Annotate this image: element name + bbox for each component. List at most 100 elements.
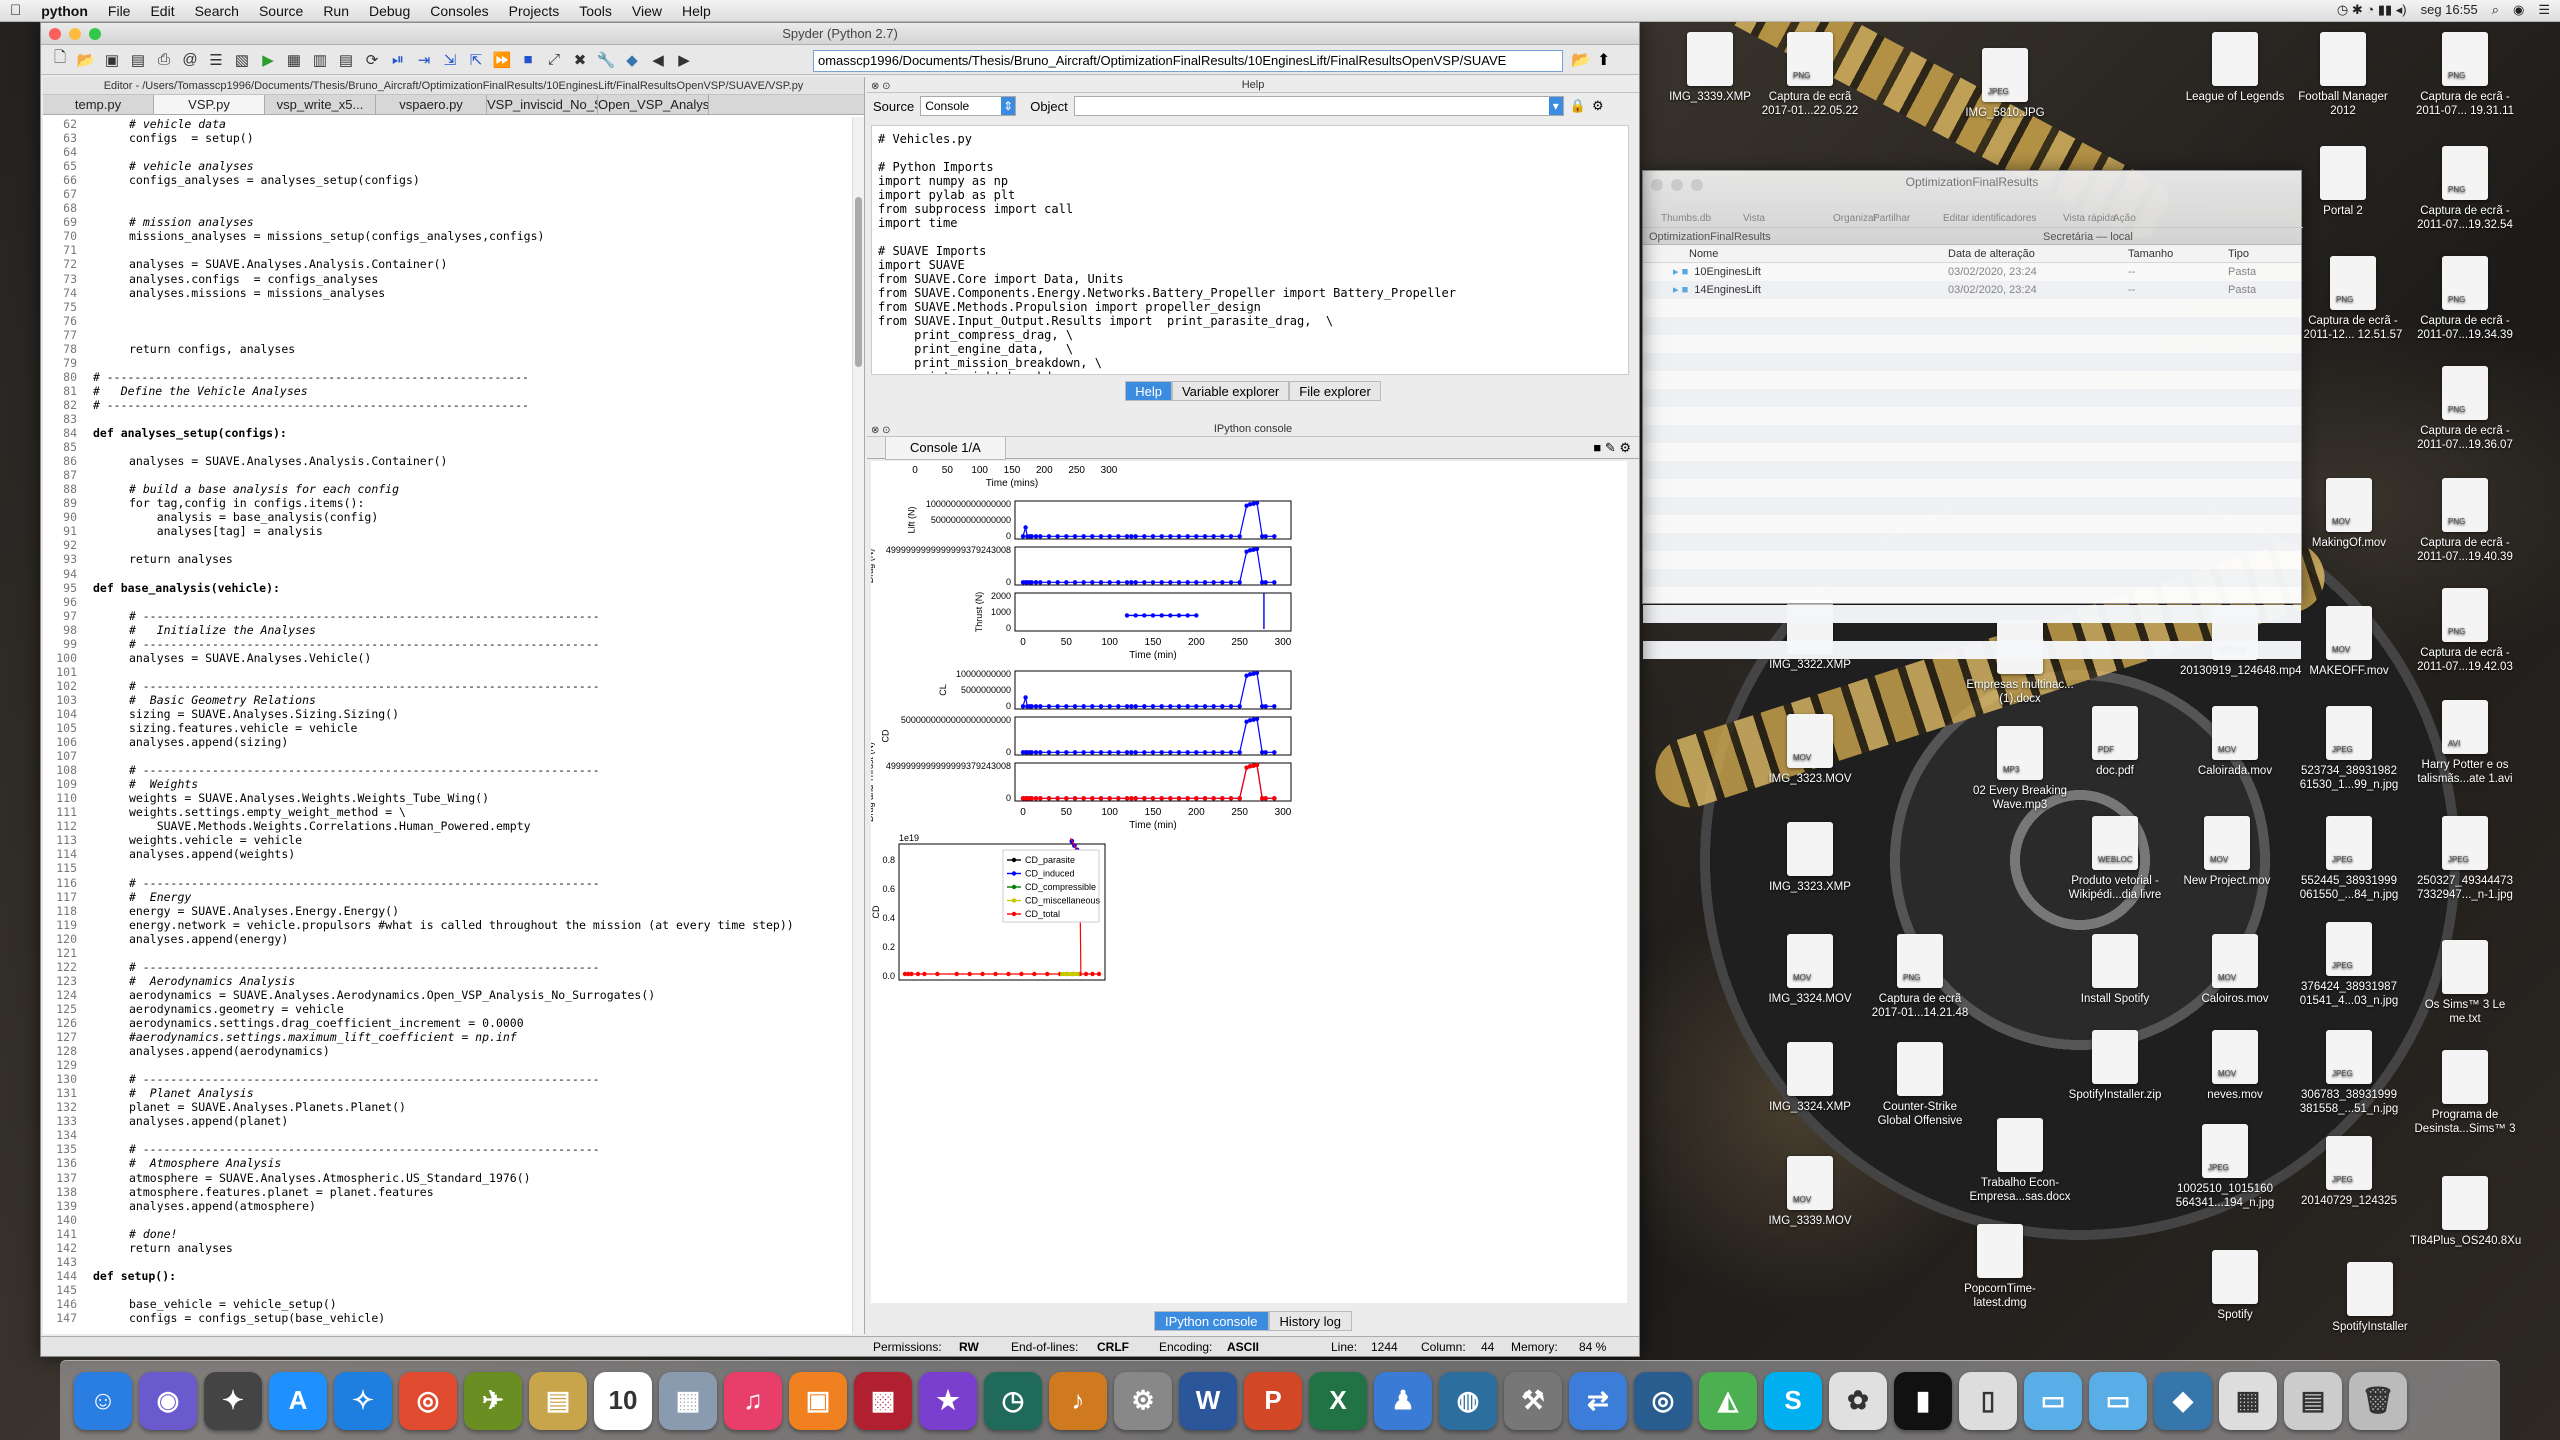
console-tab[interactable]: Console 1/A xyxy=(885,435,1006,460)
open-file-icon[interactable]: 📂 xyxy=(75,49,97,71)
close-pane-icon[interactable]: ⊗ ⊙ xyxy=(871,423,891,439)
dock-terminal-icon[interactable]: ▮ xyxy=(1894,1371,1952,1430)
desktop-icon[interactable]: Trabalho Econ-Empresa...sas.docx xyxy=(1965,1118,2075,1204)
image-icon[interactable]: ▧ xyxy=(231,49,253,71)
menu-help[interactable]: Help xyxy=(672,3,721,19)
desktop-icon[interactable]: JPEG 306783_38931999 381558_...51_n.jpg xyxy=(2294,1030,2404,1116)
finder-toolbar-item[interactable]: Partilhar xyxy=(1873,213,1910,224)
menu-run[interactable]: Run xyxy=(313,3,359,19)
desktop-icon[interactable]: PNG Captura de ecrã - 2011-07...19.40.39 xyxy=(2410,478,2520,564)
dock-preview-icon[interactable]: ✈ xyxy=(464,1371,522,1430)
object-input[interactable]: ▾ xyxy=(1073,96,1564,116)
desktop-icon[interactable]: Programa de Desinsta...Sims™ 3 xyxy=(2410,1050,2520,1136)
desktop-icon[interactable]: JPEG 250327_49344473 7332947..._n-1.jpg xyxy=(2410,816,2520,902)
dock-qt-icon[interactable]: ▦ xyxy=(2219,1371,2277,1430)
stop-debug-icon[interactable]: ■ xyxy=(517,49,539,71)
dock-earth-icon[interactable]: ◎ xyxy=(1634,1371,1692,1430)
finder-toolbar-item[interactable]: Organizar xyxy=(1833,213,1877,224)
browse-folder-icon[interactable]: 📂 xyxy=(1571,50,1591,70)
desktop-icon[interactable]: JPEG 1002510_1015160 564341...194_n.jpg xyxy=(2170,1124,2280,1210)
finder-toolbar-item[interactable]: Thumbs.db xyxy=(1661,213,1711,224)
dock-skype-icon[interactable]: S xyxy=(1764,1371,1822,1430)
rerun-icon[interactable]: ⟳ xyxy=(361,49,383,71)
dock-garageband-icon[interactable]: ♪ xyxy=(1049,1371,1107,1430)
finder-toolbar-item[interactable]: Vista xyxy=(1743,213,1765,224)
python-path-icon[interactable]: ◆ xyxy=(621,49,643,71)
desktop-icon[interactable]: SpotifyInstaller.zip xyxy=(2060,1030,2170,1102)
menu-tools[interactable]: Tools xyxy=(569,3,622,19)
new-file-icon[interactable]: 🗋 xyxy=(49,49,71,71)
dock-launch-icon[interactable]: ✦ xyxy=(204,1371,262,1430)
desktop-icon[interactable]: MOV neves.mov xyxy=(2180,1030,2290,1102)
search-icon[interactable]: ⌕ xyxy=(2492,2,2499,18)
editor-tab[interactable]: temp.py xyxy=(43,95,154,114)
desktop-icon[interactable]: MOV IMG_3323.MOV xyxy=(1755,714,1865,786)
console-options-icon[interactable]: ■ ✎ ⚙ xyxy=(1593,440,1631,456)
dock-paper-icon[interactable]: ▯ xyxy=(1959,1371,2017,1430)
dock-python-icon[interactable]: ◆ xyxy=(2154,1371,2212,1430)
step-icon[interactable]: ⇥ xyxy=(413,49,435,71)
finder-row[interactable]: ▸ ■ 10EnginesLift 03/02/2020, 23:24 -- Pasta xyxy=(1643,263,2301,281)
dock-app-store-icon[interactable]: A xyxy=(269,1371,327,1430)
zoom-button[interactable] xyxy=(89,28,101,40)
dock-books-icon[interactable]: ▣ xyxy=(789,1371,847,1430)
dock-time-machine-icon[interactable]: ◷ xyxy=(984,1371,1042,1430)
desktop-icon[interactable]: MOV MakingOf.mov xyxy=(2294,478,2404,550)
menu-debug[interactable]: Debug xyxy=(359,3,420,19)
desktop-icon[interactable]: JPEG IMG_5810.JPG xyxy=(1950,48,2060,120)
desktop-icon[interactable]: PNG Captura de ecrã 2017-01...22.05.22 xyxy=(1755,32,1865,118)
step-into-icon[interactable]: ⇲ xyxy=(439,49,461,71)
back-icon[interactable]: ◀ xyxy=(647,49,669,71)
desktop-icon[interactable]: PNG Captura de ecrã 2017-01...14.21.48 xyxy=(1865,934,1975,1020)
col-size[interactable]: Tamanho xyxy=(2128,245,2228,262)
forward-icon[interactable]: ▶ xyxy=(673,49,695,71)
menu-list-icon[interactable]: ☰ xyxy=(2538,2,2550,18)
list-icon[interactable]: ☰ xyxy=(205,49,227,71)
at-icon[interactable]: @ xyxy=(179,49,201,71)
source-select[interactable]: Console ⇕ xyxy=(920,96,1017,116)
col-date[interactable]: Data de alteração xyxy=(1948,245,2128,262)
finder-toolbar-item[interactable]: Editar identificadores xyxy=(1943,213,2036,224)
desktop-icon[interactable]: PDF doc.pdf xyxy=(2060,706,2170,778)
dock-notes-icon[interactable]: ▤ xyxy=(529,1371,587,1430)
editor-tab[interactable]: VSP.py xyxy=(154,95,265,114)
menu-search[interactable]: Search xyxy=(185,3,249,19)
desktop-icon[interactable]: Counter-Strike Global Offensive xyxy=(1865,1042,1975,1128)
desktop-icon[interactable]: Spotify xyxy=(2180,1250,2290,1322)
maximize-pane-icon[interactable]: ⤢ xyxy=(543,49,565,71)
menu-view[interactable]: View xyxy=(622,3,672,19)
dock-folder2-icon[interactable]: ▭ xyxy=(2089,1371,2147,1430)
dock-utility-icon[interactable]: ⚒ xyxy=(1504,1371,1562,1430)
editor-tab[interactable]: VSP_inviscid_No_Surrogate... xyxy=(487,95,598,114)
desktop-icon[interactable]: PNG Captura de ecrã - 2011-07...19.32.54 xyxy=(2410,146,2520,232)
editor-scrollbar[interactable] xyxy=(852,117,864,1334)
menu-projects[interactable]: Projects xyxy=(499,3,570,19)
desktop-icon[interactable]: IMG_3324.XMP xyxy=(1755,1042,1865,1114)
desktop-icon[interactable]: MOV Caloiros.mov xyxy=(2180,934,2290,1006)
user-icon[interactable]: ◉ xyxy=(2513,2,2524,18)
working-directory-input[interactable]: omasscp1996/Documents/Thesis/Bruno_Aircr… xyxy=(813,50,1563,72)
dock-trash-icon[interactable]: 🗑 xyxy=(2349,1371,2407,1430)
options-gear-icon[interactable]: ⚙ xyxy=(1592,98,1604,114)
finder-window[interactable]: OptimizationFinalResults Thumbs.db Vista O… xyxy=(1642,170,2303,659)
desktop-icon[interactable]: AVI Harry Potter e os talismãs...ate 1.av… xyxy=(2410,700,2520,786)
dock-teams-icon[interactable]: ♟ xyxy=(1374,1371,1432,1430)
apple-menu-icon[interactable]:  xyxy=(0,2,31,19)
preferences-icon[interactable]: 🔧 xyxy=(595,49,617,71)
desktop-icon[interactable]: MOV Caloirada.mov xyxy=(2180,706,2290,778)
help-tab[interactable]: Help xyxy=(1125,381,1172,401)
run-cell-advance-icon[interactable]: ▥ xyxy=(309,49,331,71)
save-all-icon[interactable]: ▤ xyxy=(127,49,149,71)
editor-tab[interactable]: Open_VSP_Analysi... xyxy=(598,95,709,114)
dock-powerpoint-icon[interactable]: P xyxy=(1244,1371,1302,1430)
desktop-icon[interactable]: Portal 2 xyxy=(2288,146,2398,218)
save-icon[interactable]: ▣ xyxy=(101,49,123,71)
print-icon[interactable]: ⎙ xyxy=(153,49,175,71)
desktop-icon[interactable]: PNG Captura de ecrã - 2011-07... 19.31.11 xyxy=(2410,32,2520,118)
desktop-icon[interactable]: PNG Captura de ecrã - 2011-07...19.34.39 xyxy=(2410,256,2520,342)
desktop-icon[interactable]: JPEG 20140729_124325 xyxy=(2294,1136,2404,1208)
dock-safari-icon[interactable]: ✧ xyxy=(334,1371,392,1430)
finder-row[interactable]: ▸ ■ 14EnginesLift 03/02/2020, 23:24 -- Pasta xyxy=(1643,281,2301,299)
app-menu[interactable]: python xyxy=(31,3,98,19)
lock-icon[interactable]: 🔒 xyxy=(1570,98,1586,114)
